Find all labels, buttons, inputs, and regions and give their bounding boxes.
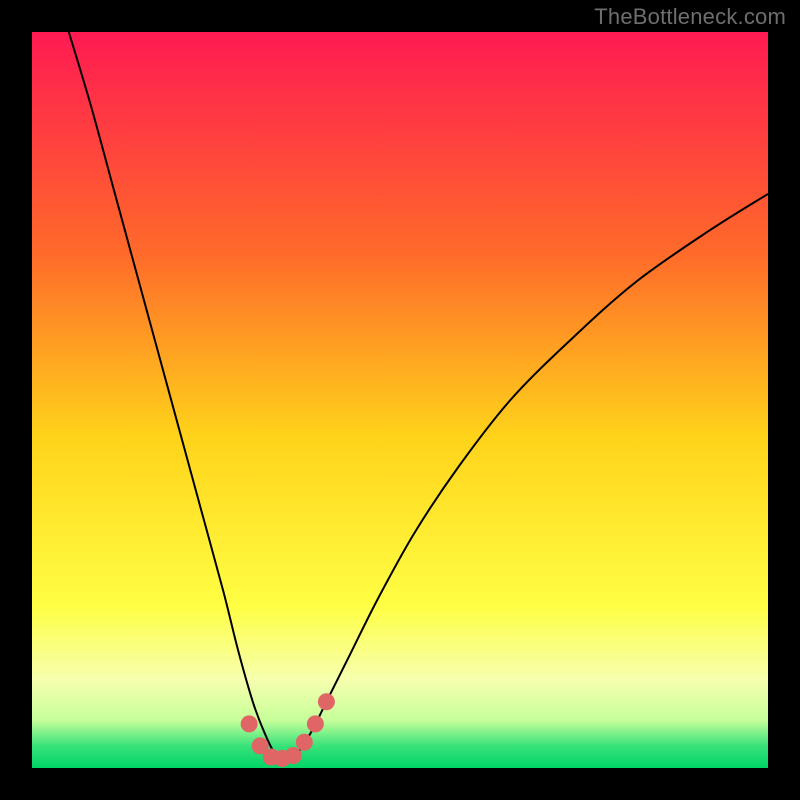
marker-dot: [318, 694, 334, 710]
plot-area: [32, 32, 768, 768]
watermark-text: TheBottleneck.com: [594, 4, 786, 30]
marker-dot: [296, 734, 312, 750]
marker-dot: [241, 716, 257, 732]
marker-dot: [307, 716, 323, 732]
marker-dot: [285, 747, 301, 763]
gradient-background: [32, 32, 768, 768]
plot-svg: [32, 32, 768, 768]
chart-frame: TheBottleneck.com: [0, 0, 800, 800]
